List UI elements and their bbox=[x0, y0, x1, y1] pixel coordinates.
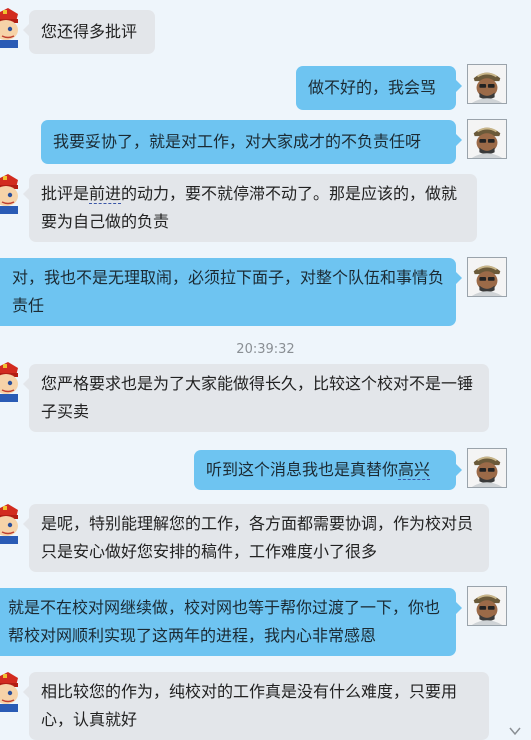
contact-avatar-icon[interactable] bbox=[0, 8, 18, 48]
message-text: 我要妥协了，就是对工作，对大家成才的不负责任呀 bbox=[53, 132, 422, 151]
message-text: 就是不在校对网继续做，校对网也等于帮你过渡了一下，你也帮校对网顺利实现了这两年的… bbox=[8, 598, 441, 645]
message-bubble-incoming[interactable]: 您还得多批评 bbox=[23, 10, 155, 54]
contact-avatar-icon[interactable] bbox=[0, 174, 18, 214]
message-bubble-incoming[interactable]: 批评是前进的动力，要不就停滞不动了。那是应该的，做就要为自己做的负责 bbox=[23, 174, 477, 242]
scroll-down-arrow-icon[interactable] bbox=[509, 721, 521, 736]
message-bubble-incoming[interactable]: 是呢，特别能理解您的工作，各方面都需要协调，作为校对员只是安心做好您安排的稿件，… bbox=[23, 504, 489, 572]
message-bubble-outgoing[interactable]: 听到这个消息我也是真替你高兴 bbox=[194, 450, 462, 490]
underlined-term[interactable]: 高兴 bbox=[398, 460, 431, 480]
message-text: 对，我也不是无理取闹，必须拉下面子，对整个队伍和事情负责任 bbox=[12, 268, 445, 315]
message-text: 您严格要求也是为了大家能做得长久，比较这个校对不是一锤子买卖 bbox=[41, 374, 474, 421]
contact-avatar-icon[interactable] bbox=[0, 362, 18, 402]
user-avatar-icon[interactable] bbox=[467, 119, 507, 159]
message-text: 做不好的，我会骂 bbox=[308, 78, 437, 97]
message-timestamp: 20:39:32 bbox=[236, 342, 295, 357]
message-bubble-outgoing[interactable]: 我要妥协了，就是对工作，对大家成才的不负责任呀 bbox=[41, 120, 462, 164]
contact-avatar-icon[interactable] bbox=[0, 672, 18, 712]
message-text: 是呢，特别能理解您的工作，各方面都需要协调，作为校对员只是安心做好您安排的稿件，… bbox=[41, 514, 474, 561]
message-bubble-incoming[interactable]: 相比较您的作为，纯校对的工作真是没有什么难度，只要用心，认真就好 bbox=[23, 672, 489, 740]
message-text-part: 听到这个消息我也是真替你 bbox=[206, 460, 399, 479]
message-bubble-outgoing[interactable]: 对，我也不是无理取闹，必须拉下面子，对整个队伍和事情负责任 bbox=[0, 258, 462, 326]
message-text: 相比较您的作为，纯校对的工作真是没有什么难度，只要用心，认真就好 bbox=[41, 682, 458, 729]
user-avatar-icon[interactable] bbox=[467, 448, 507, 488]
message-bubble-incoming[interactable]: 您严格要求也是为了大家能做得长久，比较这个校对不是一锤子买卖 bbox=[23, 364, 489, 432]
user-avatar-icon[interactable] bbox=[467, 257, 507, 297]
user-avatar-icon[interactable] bbox=[467, 586, 507, 626]
contact-avatar-icon[interactable] bbox=[0, 504, 18, 544]
user-avatar-icon[interactable] bbox=[467, 64, 507, 104]
underlined-term[interactable]: 前进 bbox=[89, 184, 122, 204]
message-text: 您还得多批评 bbox=[41, 22, 138, 41]
message-bubble-outgoing[interactable]: 就是不在校对网继续做，校对网也等于帮你过渡了一下，你也帮校对网顺利实现了这两年的… bbox=[0, 588, 462, 656]
message-text-part: 批评是 bbox=[41, 184, 90, 203]
message-bubble-outgoing[interactable]: 做不好的，我会骂 bbox=[296, 66, 462, 110]
